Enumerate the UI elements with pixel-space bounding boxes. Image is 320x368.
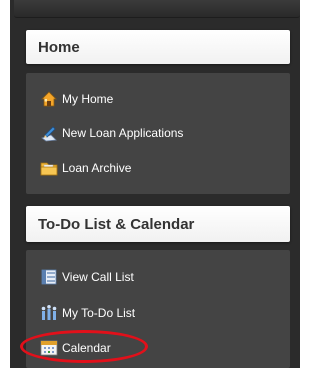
nav-item-my-home[interactable]: My Home (40, 89, 113, 109)
section-header-home[interactable]: Home (26, 30, 290, 64)
nav-item-view-call-list[interactable]: View Call List (40, 267, 134, 287)
nav-item-loan-archive[interactable]: Loan Archive (40, 158, 131, 178)
pen-paper-icon (40, 124, 58, 142)
calendar-icon (40, 339, 58, 357)
section-title: Home (38, 38, 80, 56)
section-panel-home: My Home New Loan Applications Loan Archi… (26, 73, 290, 194)
section-panel-todo-calendar: View Call List My To-Do List Calendar (26, 250, 290, 368)
nav-item-label: Calendar (62, 341, 111, 355)
people-list-icon (40, 304, 58, 322)
nav-item-label: View Call List (62, 270, 134, 284)
nav-item-new-loan-applications[interactable]: New Loan Applications (40, 123, 183, 143)
nav-item-my-to-do-list[interactable]: My To-Do List (40, 303, 135, 323)
section-title: To-Do List & Calendar (38, 215, 195, 233)
nav-item-label: Loan Archive (62, 161, 132, 175)
house-icon (40, 90, 58, 108)
nav-item-calendar[interactable]: Calendar (40, 338, 111, 358)
nav-item-label: New Loan Applications (62, 126, 184, 140)
list-icon (40, 268, 58, 286)
nav-item-label: My To-Do List (62, 306, 136, 320)
sidebar-top-bar (14, 0, 300, 18)
folder-icon (40, 159, 58, 177)
section-header-todo-calendar[interactable]: To-Do List & Calendar (26, 206, 290, 242)
nav-item-label: My Home (62, 92, 114, 106)
